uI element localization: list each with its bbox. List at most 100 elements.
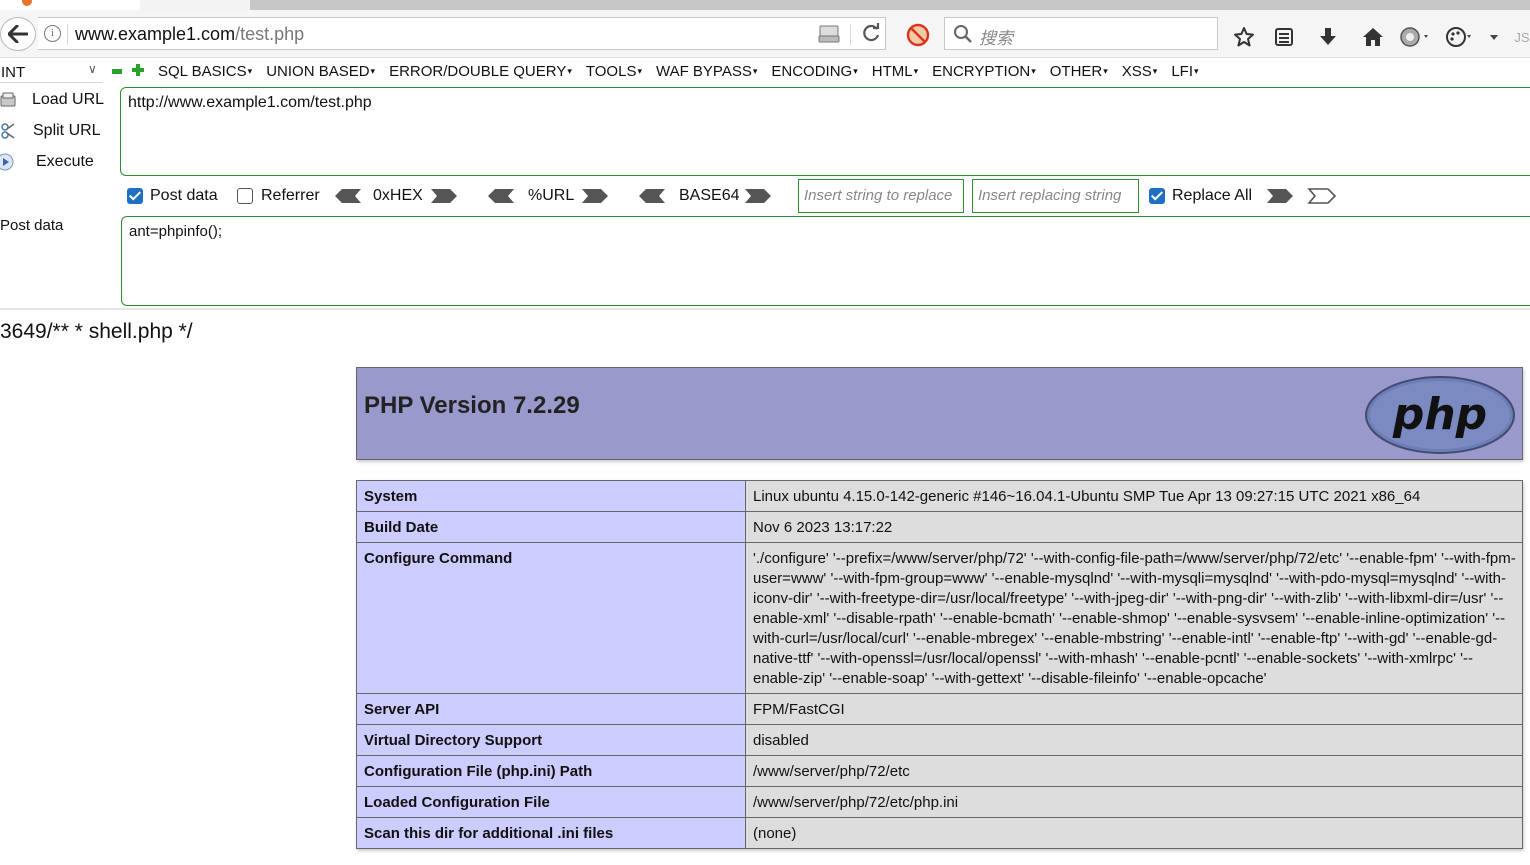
- phpinfo-value: disabled: [745, 724, 1523, 756]
- phpinfo-value: './configure' '--prefix=/www/server/php/…: [745, 542, 1523, 694]
- replace-all-label: Replace All: [1172, 187, 1253, 204]
- menu-tools[interactable]: TOOLS: [586, 63, 642, 80]
- menu-xss[interactable]: XSS: [1122, 63, 1158, 80]
- page-action-icon[interactable]: [818, 25, 840, 43]
- info-icon[interactable]: i: [44, 25, 61, 42]
- chevron-down-icon: ∨: [88, 62, 97, 76]
- hackbar-options-row: Post data Referrer 0xHEX %URL BASE64 Ins…: [0, 179, 1530, 214]
- hackbar-divider: [0, 308, 1530, 310]
- back-arrow-icon: [8, 25, 28, 43]
- address-url[interactable]: www.example1.com/test.php: [75, 24, 304, 45]
- menu-encryption[interactable]: ENCRYPTION: [932, 63, 1036, 80]
- url-encode-label: %URL: [528, 187, 575, 204]
- load-url-icon: [0, 92, 16, 107]
- db-type-select[interactable]: INT ∨: [0, 61, 103, 83]
- phpinfo-key: Configure Command: [356, 542, 746, 694]
- plus-icon[interactable]: [132, 64, 144, 76]
- phpinfo-value: Nov 6 2023 13:17:22: [745, 511, 1523, 543]
- address-divider-2: [850, 24, 851, 45]
- hex-encode-arrow-icon[interactable]: [429, 187, 459, 205]
- menu-waf-bypass[interactable]: WAF BYPASS: [656, 63, 757, 80]
- hex-label: 0xHEX: [373, 187, 423, 204]
- back-button[interactable]: [0, 17, 36, 51]
- base64-decode-arrow-icon[interactable]: [637, 187, 667, 205]
- url-textarea[interactable]: http://www.example1.com/test.php: [120, 87, 1530, 176]
- url-decode-arrow-icon[interactable]: [486, 187, 516, 205]
- menu-error-double-query[interactable]: ERROR/DOUBLE QUERY: [389, 63, 572, 80]
- split-url-label: Split URL: [33, 122, 101, 139]
- table-row: Scan this dir for additional .ini files(…: [356, 817, 1523, 849]
- post-data-label: Post data: [0, 217, 64, 234]
- hex-decode-arrow-icon[interactable]: [333, 187, 363, 205]
- replacing-string-input[interactable]: Insert replacing string: [972, 179, 1139, 213]
- replace-string-input[interactable]: Insert string to replace: [798, 179, 964, 213]
- minus-icon[interactable]: [112, 69, 122, 74]
- post-data-checkbox[interactable]: [127, 188, 143, 204]
- navigation-toolbar: i www.example1.com/test.php 搜索 JS: [0, 10, 1530, 58]
- post-data-textarea[interactable]: ant=phpinfo();: [121, 216, 1530, 306]
- truncated-toolbar-item-icon: JS: [1514, 29, 1530, 45]
- reading-list-icon[interactable]: [1271, 26, 1297, 48]
- menu-sql-basics[interactable]: SQL BASICS: [158, 63, 252, 80]
- overflow-chevron-icon[interactable]: [1481, 26, 1507, 48]
- search-icon: [954, 25, 972, 43]
- php-version-title: PHP Version 7.2.29: [364, 392, 580, 419]
- search-placeholder: 搜索: [979, 29, 1013, 48]
- phpinfo-table: System Linux ubuntu 4.15.0-142-generic #1…: [356, 480, 1523, 849]
- phpinfo-key: Scan this dir for additional .ini files: [356, 817, 746, 849]
- base64-label: BASE64: [679, 187, 740, 204]
- download-icon[interactable]: [1315, 26, 1341, 48]
- address-divider: [67, 24, 68, 45]
- tab-strip-background: [250, 0, 1530, 10]
- post-data-checkbox-label: Post data: [150, 187, 218, 204]
- menu-other[interactable]: OTHER: [1050, 63, 1108, 80]
- url-host: www.example1.com: [75, 24, 236, 44]
- hackbar-menu: INT ∨ SQL BASICS UNION BASED ERROR/DOUBL…: [0, 58, 1530, 86]
- menu-encoding[interactable]: ENCODING: [771, 63, 857, 80]
- replace-all-checkbox[interactable]: [1149, 188, 1165, 204]
- phpinfo-value: /www/server/php/72/etc: [745, 755, 1523, 787]
- execute-label: Execute: [36, 153, 94, 170]
- split-url-button[interactable]: Split URL: [0, 118, 118, 144]
- table-row: Loaded Configuration File/www/server/php…: [356, 786, 1523, 818]
- split-url-icon: [1, 123, 15, 139]
- blocker-icon[interactable]: [906, 23, 930, 47]
- hackbar-menu-items: SQL BASICS UNION BASED ERROR/DOUBLE QUER…: [158, 63, 1199, 80]
- phpinfo-header: PHP Version 7.2.29 php: [356, 367, 1523, 460]
- php-logo[interactable]: php: [1364, 375, 1516, 455]
- palette-icon[interactable]: [1444, 26, 1474, 48]
- menu-lfi[interactable]: LFI: [1171, 63, 1198, 80]
- load-url-button[interactable]: Load URL: [0, 87, 118, 113]
- phpinfo-value: Linux ubuntu 4.15.0-142-generic #146~16.…: [745, 480, 1523, 512]
- active-tab[interactable]: [0, 0, 140, 10]
- menu-html[interactable]: HTML: [872, 63, 918, 80]
- execute-button[interactable]: Execute: [0, 149, 118, 175]
- phpinfo-value: /www/server/php/72/etc/php.ini: [745, 786, 1523, 818]
- execute-play-icon: [0, 153, 14, 171]
- phpinfo-key: System: [356, 480, 746, 512]
- extension-icon[interactable]: [1397, 26, 1433, 48]
- table-row: Build Date Nov 6 2023 13:17:22: [356, 511, 1523, 543]
- address-bar[interactable]: i www.example1.com/test.php: [38, 17, 886, 50]
- bookmark-star-icon[interactable]: [1231, 26, 1257, 48]
- table-row: Virtual Directory Support disabled: [356, 724, 1523, 756]
- tab-strip: [0, 0, 1530, 10]
- replace-outline-arrow-icon[interactable]: [1307, 187, 1337, 205]
- table-row: Configure Command './configure' '--prefix…: [356, 542, 1523, 694]
- replace-forward-arrow-icon[interactable]: [1265, 187, 1295, 205]
- table-row: Configuration File (php.ini) Path/www/se…: [356, 755, 1523, 787]
- referrer-checkbox[interactable]: [237, 188, 253, 204]
- menu-union-based[interactable]: UNION BASED: [266, 63, 375, 80]
- phpinfo-key: Configuration File (php.ini) Path: [356, 755, 746, 787]
- referrer-checkbox-label: Referrer: [261, 187, 320, 204]
- tab-favicon-icon: [22, 0, 32, 6]
- url-encode-arrow-icon[interactable]: [580, 187, 610, 205]
- search-bar[interactable]: 搜索: [944, 17, 1218, 50]
- reload-icon[interactable]: [860, 22, 882, 44]
- base64-encode-arrow-icon[interactable]: [743, 187, 773, 205]
- home-icon[interactable]: [1360, 26, 1386, 48]
- php-logo-text: php: [1392, 389, 1487, 440]
- phpinfo-key: Loaded Configuration File: [356, 786, 746, 818]
- url-path: /test.php: [235, 24, 305, 44]
- phpinfo-key: Build Date: [356, 511, 746, 543]
